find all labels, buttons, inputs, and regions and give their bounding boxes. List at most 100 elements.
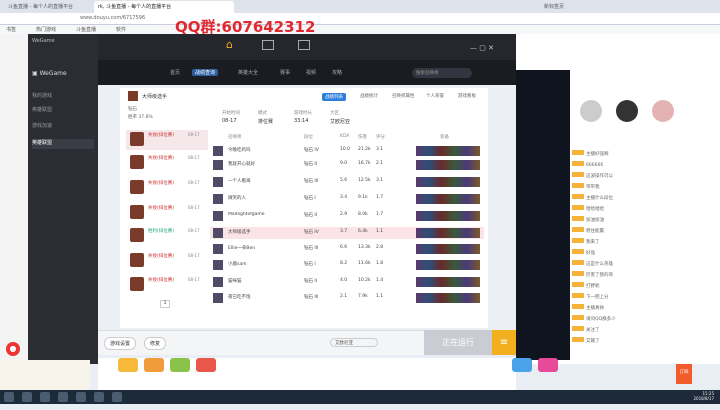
stream-controls bbox=[0, 360, 90, 390]
stat-label: 大区 bbox=[330, 111, 339, 116]
chat-line: 666666 bbox=[572, 161, 700, 172]
chat-line: 带带我 bbox=[572, 183, 700, 194]
col-header: 伤害 bbox=[358, 135, 367, 140]
col-header: KDA bbox=[340, 134, 350, 139]
sidebar-item[interactable]: 我的游戏 bbox=[32, 92, 94, 102]
match-row[interactable]: 失败(排位赛) 08-17 bbox=[126, 275, 208, 295]
browser-tab-active[interactable]: rk, 斗鱼直播 - 每个人的直播平台 bbox=[94, 1, 234, 13]
browser-tab[interactable]: 斗鱼直播 - 每个人的直播平台 bbox=[4, 1, 90, 13]
running-button[interactable]: 正在运行 bbox=[424, 330, 492, 355]
tab-match-history[interactable]: 战绩查询 bbox=[192, 69, 219, 76]
bookmark[interactable]: 热门游戏 bbox=[36, 26, 56, 33]
stream-video-strip bbox=[516, 70, 570, 360]
match-row[interactable]: 失败(排位赛) 08-17 bbox=[126, 203, 208, 223]
stat-value: 33:14 bbox=[294, 118, 309, 124]
tab-video[interactable]: 视频 bbox=[306, 69, 316, 76]
avatar bbox=[128, 91, 138, 101]
gift-icon[interactable] bbox=[538, 358, 558, 372]
col-header: 段位 bbox=[304, 135, 313, 140]
tab-summoner-attrs[interactable]: 召唤师属性 bbox=[392, 93, 415, 99]
chat-line: 加油加油 bbox=[572, 216, 700, 227]
stat-value: 排位赛 bbox=[258, 119, 274, 125]
app-icon[interactable] bbox=[58, 392, 68, 402]
stream-page-sidebar bbox=[0, 34, 28, 364]
table-row: Ellie一朵Ben 钻石 III 6.6 13.3k 2.8 bbox=[210, 243, 484, 255]
app-icon[interactable] bbox=[40, 392, 50, 402]
chat-line: 哈哈哈哈 bbox=[572, 205, 700, 216]
match-row[interactable]: 失败(排位赛) 08-17 bbox=[126, 130, 208, 150]
chat-line: 主播什么段位 bbox=[572, 194, 700, 205]
tab-match-stats[interactable]: 战绩统计 bbox=[360, 93, 378, 99]
browser-tab[interactable]: 新标签页 bbox=[540, 1, 594, 13]
settings-button[interactable]: 游戏设置 bbox=[104, 337, 137, 350]
avatar bbox=[652, 100, 674, 122]
tab-events[interactable]: 赛事 bbox=[280, 69, 290, 76]
tab-guide[interactable]: 攻略 bbox=[332, 69, 342, 76]
system-clock: 15:25 2018/8/17 bbox=[693, 391, 714, 401]
chat-line: 稳住能赢 bbox=[572, 227, 700, 238]
table-row: Madlightofgame 钻石 II 2.9 8.0k 1.7 bbox=[210, 210, 484, 222]
gift-icon[interactable] bbox=[512, 358, 532, 372]
bookmark[interactable]: 软件 bbox=[116, 26, 126, 33]
video-icon[interactable] bbox=[298, 40, 310, 50]
app-icon[interactable] bbox=[112, 392, 122, 402]
stat-label: 模式 bbox=[258, 111, 267, 116]
app-icon[interactable] bbox=[76, 392, 86, 402]
window-controls-icon[interactable]: — ▢ ✕ bbox=[470, 44, 510, 54]
chat-line: 主播真帅 bbox=[572, 304, 700, 315]
chat-line: 打野呢 bbox=[572, 282, 700, 293]
match-row[interactable]: 胜利(排位赛) 08-17 bbox=[126, 226, 208, 246]
match-row[interactable]: 失败(排位赛) 08-17 bbox=[126, 251, 208, 271]
table-row: 微笑的人 钻石 I 3.4 9.1k 1.7 bbox=[210, 193, 484, 205]
summoner-name: 大师级选手 bbox=[142, 94, 168, 100]
game-logo: ▣ WeGame bbox=[32, 70, 67, 77]
library-icon[interactable] bbox=[262, 40, 274, 50]
app-name: WeGame bbox=[32, 38, 55, 44]
gift-icon[interactable] bbox=[144, 358, 164, 372]
avatar bbox=[616, 100, 638, 122]
search-input[interactable]: 搜索召唤师 bbox=[412, 68, 472, 78]
chat-line: 下一把上分 bbox=[572, 293, 700, 304]
menu-icon[interactable]: ≡ bbox=[492, 330, 516, 355]
start-icon[interactable] bbox=[4, 392, 14, 402]
page-number[interactable]: 1 bbox=[160, 300, 170, 308]
chat-line: 主播好强啊 bbox=[572, 150, 700, 161]
repair-button[interactable]: 修复 bbox=[144, 337, 167, 350]
sidebar-item[interactable]: 英雄联盟 bbox=[32, 106, 94, 116]
subscribe-button[interactable]: 订阅 bbox=[676, 364, 692, 382]
record-icon[interactable]: ● bbox=[6, 342, 20, 356]
match-row[interactable]: 失败(排位赛) 08-17 bbox=[126, 153, 208, 173]
col-header: 评分 bbox=[376, 135, 385, 140]
tab-match-list[interactable]: 战绩列表 bbox=[322, 93, 346, 101]
table-row: 我就开心就好 钻石 II 9.0 16.7k 2.1 bbox=[210, 159, 484, 171]
stat-label: 开始时间 bbox=[222, 111, 240, 116]
region-select[interactable]: 艾欧尼亚 bbox=[330, 338, 378, 347]
tab-board[interactable]: 游戏看板 bbox=[458, 93, 476, 99]
avatar bbox=[580, 100, 602, 122]
table-row: 猫咪猫 钻石 II 4.0 10.2k 1.4 bbox=[210, 276, 484, 288]
tab-honors[interactable]: 个人荣誉 bbox=[426, 93, 444, 99]
sidebar-item[interactable]: 游戏加速 bbox=[32, 122, 94, 132]
chat-line: 我来了 bbox=[572, 238, 700, 249]
table-row: 小鹿sam 钻石 I 8.2 11.6k 1.8 bbox=[210, 259, 484, 271]
bookmark[interactable]: 书签 bbox=[6, 26, 16, 33]
bookmarks-bar: 书签 热门游戏 斗鱼直播 软件 bbox=[0, 25, 720, 34]
home-icon[interactable]: ⌂ bbox=[226, 38, 240, 52]
chat-line: 厉害了我的哥 bbox=[572, 271, 700, 282]
gift-icon[interactable] bbox=[118, 358, 138, 372]
stat-value: 艾欧尼亚 bbox=[330, 119, 351, 125]
gift-icon[interactable] bbox=[196, 358, 216, 372]
bookmark[interactable]: 斗鱼直播 bbox=[76, 26, 96, 33]
match-row[interactable]: 失败(排位赛) 08-17 bbox=[126, 178, 208, 198]
tab-heroes[interactable]: 英雄大全 bbox=[238, 69, 258, 76]
app-icon[interactable] bbox=[22, 392, 32, 402]
tab-home[interactable]: 首页 bbox=[170, 69, 180, 76]
stat-label: 游戏时长 bbox=[294, 111, 312, 116]
sidebar-item-active[interactable]: 英雄联盟 bbox=[32, 139, 94, 149]
app-icon[interactable] bbox=[94, 392, 104, 402]
table-row-highlighted: 大师级选手 钻石 IV 3.7 6.4k 1.1 bbox=[210, 227, 484, 239]
col-header: 装备 bbox=[440, 135, 449, 140]
taskbar bbox=[0, 390, 720, 404]
chat-line: 这波操作可以 bbox=[572, 172, 700, 183]
gift-icon[interactable] bbox=[170, 358, 190, 372]
